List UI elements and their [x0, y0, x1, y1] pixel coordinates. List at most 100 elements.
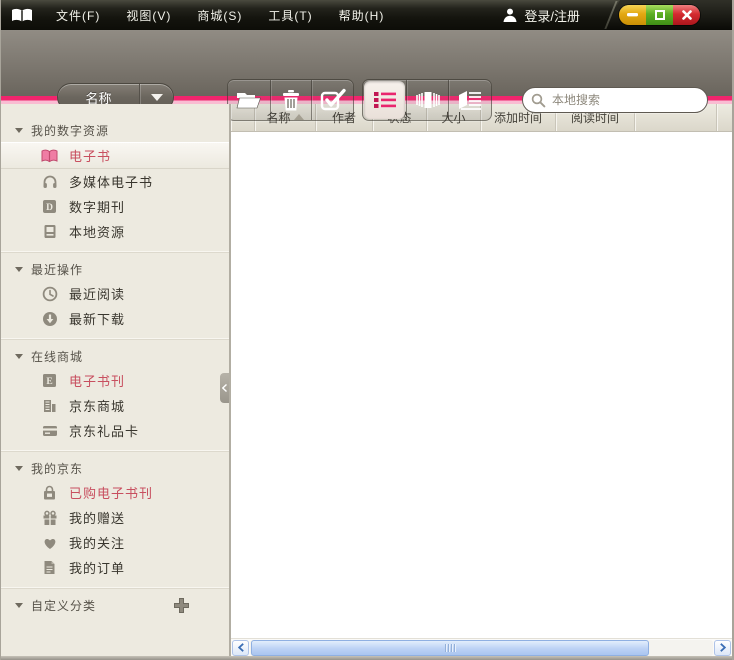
section-online-store: 在线商城 E 电子书刊 京东商城	[1, 339, 229, 451]
thumb-grip	[448, 644, 449, 652]
sidebar-item-purchased-ebooks[interactable]: 已购电子书刊	[1, 480, 229, 505]
plus-icon	[173, 597, 190, 614]
menu-store[interactable]: 商城(S)	[186, 2, 253, 29]
login-register-link[interactable]: 登录/注册	[502, 0, 580, 30]
collapse-triangle-icon	[15, 603, 23, 608]
order-doc-icon	[41, 559, 58, 576]
sidebar-item-my-gifts[interactable]: 我的赠送	[1, 505, 229, 530]
sidebar-item-jd-mall[interactable]: 京东商城	[1, 393, 229, 418]
minimize-button[interactable]	[619, 5, 646, 25]
section-header-online-store[interactable]: 在线商城	[1, 344, 229, 368]
sidebar-item-label: 我的关注	[69, 533, 125, 552]
search-icon	[531, 93, 546, 108]
window-controls	[619, 5, 700, 25]
sidebar-item-my-favorites[interactable]: 我的关注	[1, 530, 229, 555]
column-header-filler	[717, 104, 732, 131]
delete-button[interactable]	[270, 80, 312, 120]
sidebar-item-ebooks[interactable]: 电子书	[1, 142, 229, 169]
letter-d-icon: D	[41, 198, 58, 215]
collapse-triangle-icon	[15, 128, 23, 133]
local-search-input[interactable]	[552, 93, 707, 107]
toolbar: 名称	[1, 30, 732, 96]
book-list-empty	[231, 132, 732, 638]
maximize-button[interactable]	[646, 5, 673, 25]
gift-icon	[41, 509, 58, 526]
collapse-triangle-icon	[15, 466, 23, 471]
cover-view-button[interactable]	[406, 80, 448, 120]
download-icon	[41, 310, 58, 327]
detail-view-button[interactable]	[448, 80, 490, 120]
section-title: 我的京东	[31, 460, 83, 477]
scroll-right-button[interactable]	[714, 640, 731, 656]
open-folder-button[interactable]	[228, 80, 270, 120]
view-switch-group	[362, 79, 492, 121]
login-register-label: 登录/注册	[524, 6, 580, 25]
sidebar-item-local-resources[interactable]: 本地资源	[1, 219, 229, 244]
scroll-left-button[interactable]	[232, 640, 249, 656]
list-view-icon	[372, 90, 398, 110]
thumb-grip	[451, 644, 452, 652]
menu-view[interactable]: 视图(V)	[115, 2, 182, 29]
headphones-icon	[41, 173, 58, 190]
open-folder-icon	[235, 89, 263, 111]
user-icon	[502, 7, 518, 23]
local-book-icon	[41, 223, 58, 240]
section-header-recent-actions[interactable]: 最近操作	[1, 257, 229, 281]
section-recent-actions: 最近操作 最近阅读 最新下载	[1, 252, 229, 339]
select-all-button[interactable]	[311, 80, 353, 120]
section-title: 我的数字资源	[31, 122, 109, 139]
sidebar-item-multimedia-ebooks[interactable]: 多媒体电子书	[1, 169, 229, 194]
menubar: 文件(F) 视图(V) 商城(S) 工具(T) 帮助(H)	[45, 2, 395, 29]
shopping-bag-icon	[41, 484, 58, 501]
chevron-down-icon	[151, 94, 163, 101]
sidebar-item-jd-gift-card[interactable]: 京东礼品卡	[1, 418, 229, 443]
content-area: 名称 作者 状态 大小 添加时间 阅读时间	[231, 104, 732, 656]
cover-view-icon	[414, 89, 442, 111]
detail-view-icon	[457, 89, 483, 111]
search-box	[522, 87, 708, 113]
thumb-grip	[454, 644, 455, 652]
sidebar-item-digital-periodicals[interactable]: D 数字期刊	[1, 194, 229, 219]
section-header-custom-categories[interactable]: 自定义分类	[1, 593, 229, 617]
app-logo-book-icon	[11, 8, 33, 23]
collapse-triangle-icon	[15, 354, 23, 359]
sidebar-item-recently-read[interactable]: 最近阅读	[1, 281, 229, 306]
menu-file[interactable]: 文件(F)	[45, 2, 111, 29]
sidebar-item-label: 京东商城	[69, 396, 125, 415]
horizontal-scrollbar	[231, 638, 732, 656]
sidebar-item-label: 最新下载	[69, 309, 125, 328]
trash-icon	[280, 88, 302, 112]
checkbox-check-icon	[319, 88, 347, 112]
chevron-left-icon	[238, 643, 244, 652]
add-category-button[interactable]	[173, 597, 190, 614]
menu-help[interactable]: 帮助(H)	[328, 2, 396, 29]
open-book-icon	[41, 147, 58, 164]
menu-tools[interactable]: 工具(T)	[257, 2, 323, 29]
sidebar-item-ebook-store[interactable]: E 电子书刊	[1, 368, 229, 393]
gift-card-icon	[41, 422, 58, 439]
chevron-right-icon	[720, 643, 726, 652]
sidebar-item-my-orders[interactable]: 我的订单	[1, 555, 229, 580]
scrollbar-thumb[interactable]	[251, 640, 649, 656]
app-window: 文件(F) 视图(V) 商城(S) 工具(T) 帮助(H) 登录/注册	[0, 0, 734, 660]
sidebar-item-latest-downloads[interactable]: 最新下载	[1, 306, 229, 331]
close-button[interactable]	[673, 5, 700, 25]
sidebar-item-label: 最近阅读	[69, 284, 125, 303]
section-my-digital-resources: 我的数字资源 电子书 多媒体电子书 D	[1, 114, 229, 252]
clock-icon	[41, 285, 58, 302]
sidebar-collapse-handle[interactable]	[220, 373, 229, 403]
building-icon	[41, 397, 58, 414]
sidebar: 我的数字资源 电子书 多媒体电子书 D	[1, 104, 231, 656]
scrollbar-track[interactable]	[250, 640, 713, 656]
sidebar-item-label: 多媒体电子书	[69, 172, 153, 191]
sidebar-item-label: 电子书刊	[69, 371, 125, 390]
section-title: 最近操作	[31, 261, 83, 278]
heart-icon	[41, 534, 58, 551]
sidebar-item-label: 数字期刊	[69, 197, 125, 216]
section-header-my-digital-resources[interactable]: 我的数字资源	[1, 118, 229, 142]
list-view-button[interactable]	[364, 81, 405, 119]
section-header-my-jd[interactable]: 我的京东	[1, 456, 229, 480]
sidebar-item-label: 本地资源	[69, 222, 125, 241]
svg-text:D: D	[46, 203, 53, 213]
sidebar-item-label: 我的订单	[69, 558, 125, 577]
